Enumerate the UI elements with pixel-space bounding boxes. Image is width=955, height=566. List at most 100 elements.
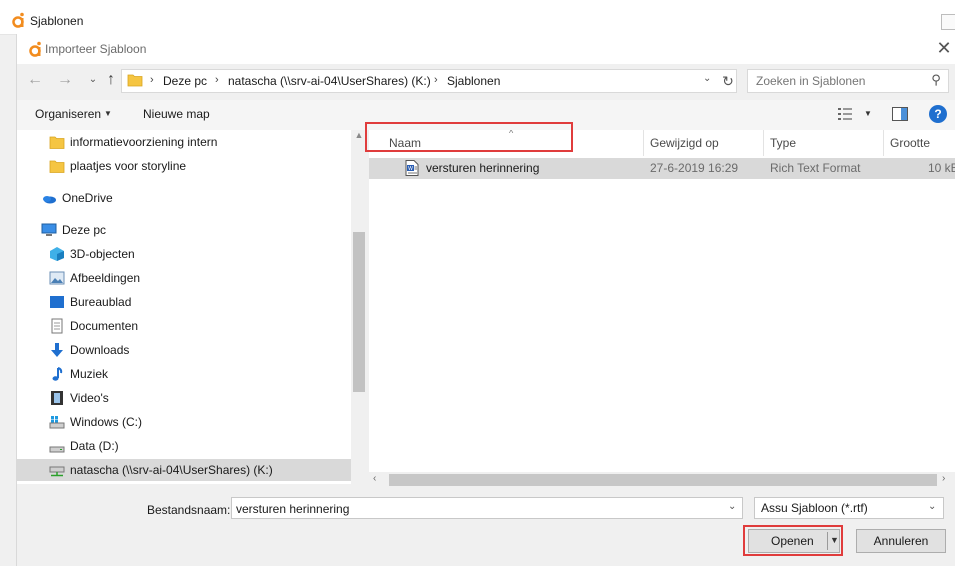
recent-locations-chevron-icon[interactable]: ⌄ bbox=[83, 70, 103, 90]
music-icon bbox=[52, 367, 63, 381]
close-icon[interactable]: ✕ bbox=[935, 39, 953, 57]
3d-objects-icon bbox=[50, 247, 64, 261]
scrollbar-thumb[interactable] bbox=[353, 232, 365, 392]
chevron-down-icon[interactable]: ⌄ bbox=[928, 501, 936, 512]
chevron-right-icon: › bbox=[434, 74, 438, 86]
tree-item-label: 3D-objecten bbox=[70, 247, 135, 261]
file-type-filter-value: Assu Sjabloon (*.rtf) bbox=[761, 501, 868, 515]
scrollbar-thumb[interactable] bbox=[389, 474, 937, 486]
tree-item-informatievoorziening[interactable]: informatievoorziening intern bbox=[17, 131, 352, 153]
tree-item-downloads[interactable]: Downloads bbox=[17, 339, 352, 361]
file-list-horizontal-scrollbar[interactable]: ‹ › bbox=[369, 472, 955, 488]
tree-item-onedrive[interactable]: OneDrive bbox=[17, 187, 352, 209]
svg-text:W: W bbox=[408, 166, 413, 172]
column-divider[interactable] bbox=[763, 130, 764, 156]
help-icon[interactable]: ? bbox=[929, 105, 947, 123]
tree-item-drive-c[interactable]: Windows (C:) bbox=[17, 411, 352, 433]
dialog-titlebar: Importeer Sjabloon ✕ bbox=[17, 34, 955, 64]
refresh-icon[interactable]: ↻ bbox=[719, 71, 737, 91]
tree-item-pictures[interactable]: Afbeeldingen bbox=[17, 267, 352, 289]
file-name: versturen herinnering bbox=[426, 161, 540, 175]
chevron-down-icon[interactable]: ⌄ bbox=[728, 501, 736, 512]
column-header-modified[interactable]: Gewijzigd op bbox=[650, 136, 719, 150]
column-header-size[interactable]: Grootte bbox=[890, 136, 930, 150]
tree-item-videos[interactable]: Video's bbox=[17, 387, 352, 409]
file-size: 10 kB bbox=[928, 161, 955, 175]
breadcrumb-this-pc[interactable]: Deze pc bbox=[163, 74, 207, 88]
outer-titlebar: Sjablonen bbox=[0, 0, 955, 35]
downloads-icon bbox=[51, 343, 63, 357]
chevron-right-icon: › bbox=[150, 74, 154, 86]
onedrive-icon bbox=[43, 196, 56, 204]
file-list-pane: ^ Naam Gewijzigd op Type Grootte W verst… bbox=[369, 130, 955, 488]
network-drive-icon bbox=[49, 466, 65, 477]
file-type: Rich Text Format bbox=[770, 161, 861, 175]
tree-item-network-drive[interactable]: natascha (\\srv-ai-04\UserShares) (K:) bbox=[17, 459, 352, 481]
up-arrow-icon[interactable]: ↑ bbox=[101, 70, 121, 90]
tree-item-label: Windows (C:) bbox=[70, 415, 143, 429]
tree-item-plaatjes[interactable]: plaatjes voor storyline bbox=[17, 155, 352, 177]
view-options-icon[interactable] bbox=[837, 107, 853, 121]
rtf-file-icon: W bbox=[405, 160, 419, 176]
search-box[interactable]: ⚲ bbox=[747, 69, 949, 93]
tree-item-desktop[interactable]: Bureaublad bbox=[17, 291, 352, 313]
column-divider[interactable] bbox=[643, 130, 644, 156]
cancel-button[interactable]: Annuleren bbox=[856, 529, 946, 553]
tree-item-label: Documenten bbox=[70, 319, 139, 333]
filename-field[interactable]: ⌄ bbox=[231, 497, 743, 519]
tree-item-label: plaatjes voor storyline bbox=[70, 159, 187, 173]
address-bar[interactable]: › Deze pc › natascha (\\srv-ai-04\UserSh… bbox=[121, 69, 737, 93]
breadcrumb-network-drive[interactable]: natascha (\\srv-ai-04\UserShares) (K:) bbox=[228, 74, 431, 88]
folder-icon bbox=[127, 74, 143, 87]
documents-icon bbox=[51, 318, 63, 334]
new-folder-button[interactable]: Nieuwe map bbox=[143, 107, 210, 121]
chevron-down-icon[interactable]: ⌄ bbox=[703, 73, 711, 84]
tree-item-label: Data (D:) bbox=[70, 439, 119, 453]
tree-item-label: Video's bbox=[70, 391, 109, 405]
search-icon[interactable]: ⚲ bbox=[928, 72, 944, 88]
folder-icon bbox=[49, 136, 65, 149]
tree-item-label: Afbeeldingen bbox=[70, 271, 141, 285]
tree-item-label: informatievoorziening intern bbox=[70, 135, 218, 149]
import-template-dialog: Importeer Sjabloon ✕ ← → ⌄ ↑ › Deze pc ›… bbox=[16, 34, 955, 566]
tree-item-label: Downloads bbox=[70, 343, 130, 357]
tree-item-label: Bureaublad bbox=[70, 295, 132, 309]
scroll-right-icon[interactable]: › bbox=[942, 473, 945, 484]
breadcrumb-templates[interactable]: Sjablonen bbox=[447, 74, 500, 88]
drive-c-icon bbox=[49, 416, 65, 429]
tree-item-3d-objects[interactable]: 3D-objecten bbox=[17, 243, 352, 265]
tree-item-documents[interactable]: Documenten bbox=[17, 315, 352, 337]
tree-item-label: Muziek bbox=[70, 367, 109, 381]
filename-label: Bestandsnaam: bbox=[147, 503, 231, 517]
navigation-pane-scrollbar[interactable]: ▲ bbox=[351, 130, 367, 484]
file-type-filter-select[interactable]: Assu Sjabloon (*.rtf) ⌄ bbox=[754, 497, 944, 519]
search-input[interactable] bbox=[756, 73, 926, 89]
pictures-icon bbox=[49, 271, 65, 285]
forward-arrow-icon[interactable]: → bbox=[55, 70, 75, 90]
annotation-highlight-open-button bbox=[743, 525, 843, 556]
file-modified: 27-6-2019 16:29 bbox=[650, 161, 739, 175]
tree-item-drive-d[interactable]: Data (D:) bbox=[17, 435, 352, 457]
dialog-title: Importeer Sjabloon bbox=[45, 42, 147, 56]
organize-button[interactable]: Organiseren bbox=[35, 107, 101, 121]
desktop-icon bbox=[50, 296, 64, 308]
filename-input[interactable] bbox=[236, 501, 716, 517]
column-divider[interactable] bbox=[883, 130, 884, 156]
videos-icon bbox=[51, 391, 63, 405]
tree-item-music[interactable]: Muziek bbox=[17, 363, 352, 385]
outer-window-button[interactable] bbox=[941, 14, 955, 30]
scroll-up-icon[interactable]: ▲ bbox=[353, 130, 365, 140]
app-logo-icon bbox=[12, 12, 24, 28]
column-header-type[interactable]: Type bbox=[770, 136, 796, 150]
outer-window-title: Sjablonen bbox=[30, 14, 84, 28]
tree-item-this-pc[interactable]: Deze pc bbox=[17, 219, 352, 241]
caret-down-icon[interactable]: ▼ bbox=[104, 109, 112, 118]
file-row[interactable]: W versturen herinnering 27-6-2019 16:29 … bbox=[369, 158, 955, 179]
caret-down-icon[interactable]: ▼ bbox=[864, 109, 872, 118]
tree-item-label: OneDrive bbox=[62, 191, 113, 205]
chevron-right-icon: › bbox=[215, 74, 219, 86]
preview-pane-icon[interactable] bbox=[892, 107, 908, 121]
back-arrow-icon[interactable]: ← bbox=[25, 70, 45, 90]
scroll-left-icon[interactable]: ‹ bbox=[373, 473, 376, 484]
navigation-pane: informatievoorziening intern plaatjes vo… bbox=[17, 130, 367, 484]
